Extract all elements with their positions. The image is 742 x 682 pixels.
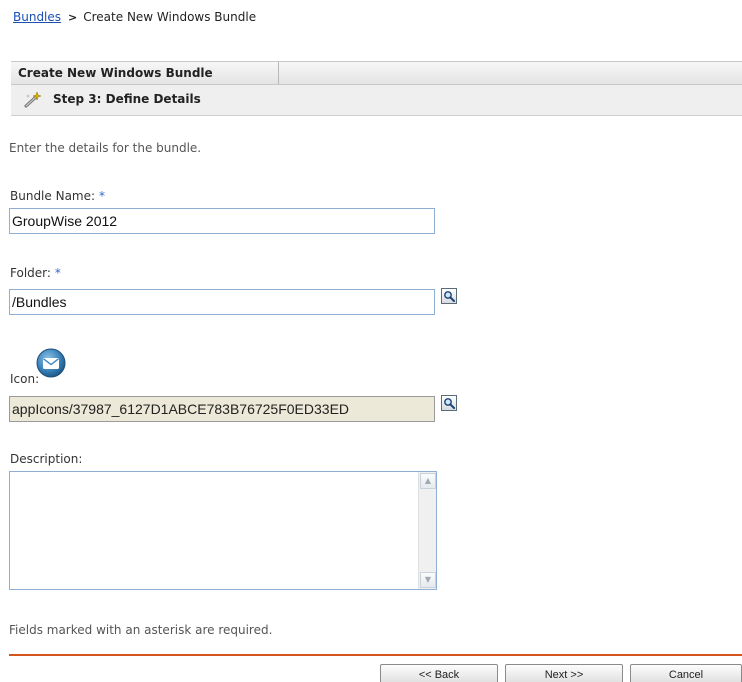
cancel-button[interactable]: Cancel <box>630 664 742 682</box>
bundle-name-label: Bundle Name: * <box>10 189 105 203</box>
step-title: Step 3: Define Details <box>53 92 201 106</box>
scroll-up-icon[interactable]: ▲ <box>420 473 436 489</box>
breadcrumb-link-bundles[interactable]: Bundles <box>13 10 61 24</box>
envelope-icon <box>36 348 66 378</box>
description-label: Description: <box>10 452 83 466</box>
next-button[interactable]: Next >> <box>505 664 623 682</box>
wizard-tab-title: Create New Windows Bundle <box>11 62 279 84</box>
folder-label-text: Folder: <box>10 266 51 280</box>
icon-label: Icon: <box>10 372 40 386</box>
required-asterisk: * <box>99 189 106 203</box>
wizard-tab-bar: Create New Windows Bundle <box>11 61 742 85</box>
folder-browse-button[interactable] <box>441 288 457 304</box>
breadcrumb-separator: > <box>68 11 78 24</box>
bundle-name-label-text: Bundle Name: <box>10 189 96 203</box>
description-textarea[interactable] <box>10 472 418 589</box>
wizard-step-bar: Step 3: Define Details <box>11 85 742 116</box>
folder-label: Folder: * <box>10 266 61 280</box>
back-button[interactable]: << Back <box>380 664 498 682</box>
description-scrollbar[interactable]: ▲ ▼ <box>418 472 436 589</box>
description-field: ▲ ▼ <box>9 471 437 590</box>
required-footnote: Fields marked with an asterisk are requi… <box>9 623 273 637</box>
scroll-down-icon[interactable]: ▼ <box>420 572 436 588</box>
footer-divider <box>9 654 742 656</box>
breadcrumb: Bundles > Create New Windows Bundle <box>13 10 256 24</box>
icon-path-input <box>9 396 435 422</box>
magic-wand-icon <box>23 91 43 109</box>
folder-input[interactable] <box>9 289 435 315</box>
page: Bundles > Create New Windows Bundle Create… <box>0 0 742 682</box>
required-asterisk: * <box>54 266 61 280</box>
intro-text: Enter the details for the bundle. <box>9 141 202 155</box>
wizard-header: Create New Windows Bundle Step 3: Define… <box>11 61 742 117</box>
bundle-name-input[interactable] <box>9 208 435 234</box>
breadcrumb-current: Create New Windows Bundle <box>83 10 257 24</box>
icon-browse-button[interactable] <box>441 395 457 411</box>
